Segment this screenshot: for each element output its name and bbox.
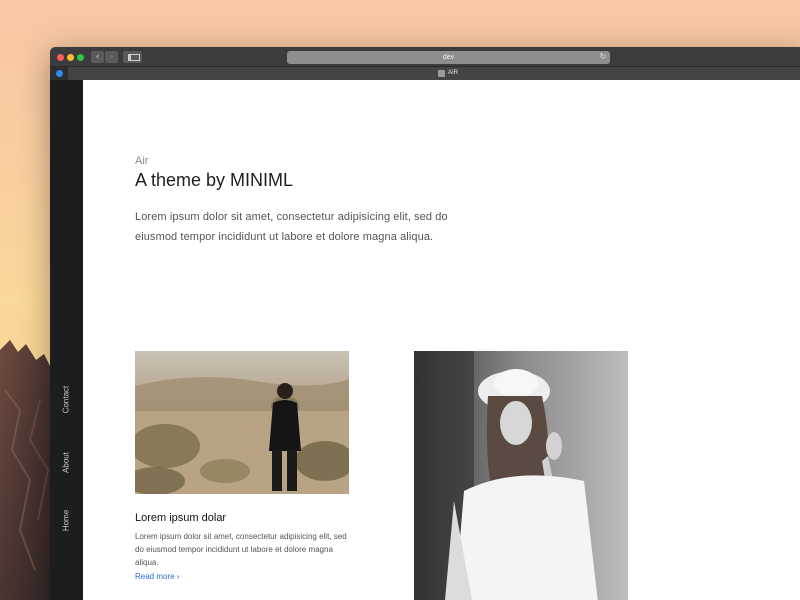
chevron-left-icon[interactable]: ‹ <box>91 51 104 63</box>
card-text: Lorem ipsum dolor sit amet, consectetur … <box>135 532 347 567</box>
card-title: Lorem ipsum dolar <box>135 512 227 524</box>
close-window-button[interactable] <box>57 54 64 61</box>
nav-item-contact[interactable]: Contact <box>50 386 83 414</box>
nav-item-about[interactable]: About <box>50 452 83 473</box>
address-bar[interactable]: dev ↻ <box>287 51 610 64</box>
sidebar-icon[interactable] <box>123 51 142 63</box>
read-more-link[interactable]: Read more › <box>135 572 179 581</box>
page-content: Air A theme by MINIML Lorem ipsum dolor … <box>83 80 800 600</box>
minimize-window-button[interactable] <box>67 54 74 61</box>
nav-item-label: Home <box>61 509 71 532</box>
site-sidebar-nav: Contact About Home <box>50 80 83 600</box>
browser-titlebar: ‹ › dev ↻ <box>50 47 800 67</box>
new-tab-button[interactable] <box>56 70 63 77</box>
nav-item-label: About <box>61 452 71 473</box>
favicon-icon <box>438 70 445 77</box>
nav-item-label: Contact <box>61 385 71 414</box>
chevron-right-icon[interactable]: › <box>105 51 118 63</box>
tab-bar: AIR <box>50 67 800 80</box>
address-bar-url: dev <box>442 54 455 61</box>
nav-item-home[interactable]: Home <box>50 510 83 531</box>
browser-window: ‹ › dev ↻ AIR Contact About Home Air A t… <box>50 47 800 600</box>
hero-eyebrow: Air <box>135 155 149 167</box>
card-photo-man-desert[interactable] <box>135 351 349 494</box>
zoom-window-button[interactable] <box>77 54 84 61</box>
portrait-photo-woman[interactable] <box>414 351 628 600</box>
reload-icon[interactable]: ↻ <box>599 53 607 61</box>
tab-air[interactable]: AIR <box>68 67 800 80</box>
hero-text: Lorem ipsum dolor sit amet, consectetur … <box>135 211 448 243</box>
tab-title: AIR <box>448 70 459 76</box>
page-title: A theme by MINIML <box>135 170 294 190</box>
